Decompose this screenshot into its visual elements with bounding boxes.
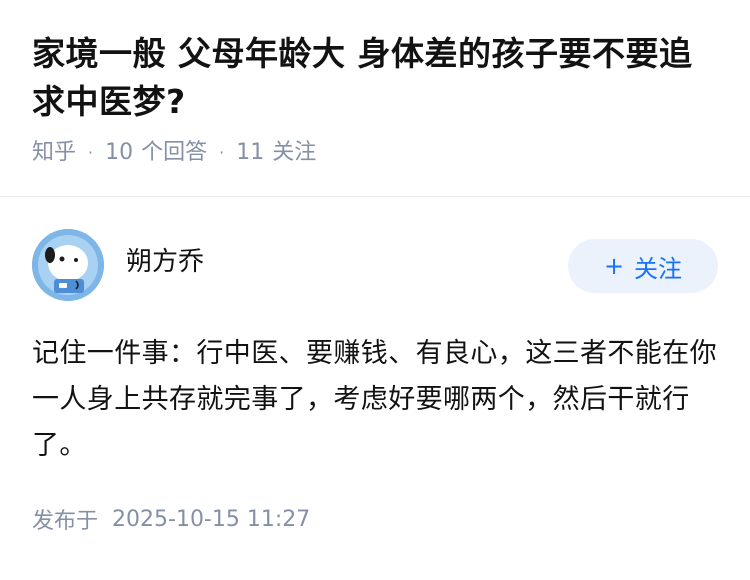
robot-dog-avatar-icon[interactable] (32, 229, 104, 301)
author-name[interactable]: 朔方乔 (126, 241, 204, 278)
published-date: 2025-10-15 11:27 (112, 506, 311, 532)
answer-content: 记住一件事：行中医、要赚钱、有良心，这三者不能在你一人身上共存就完事了，考虑好要… (32, 338, 717, 461)
plus-icon: + (603, 252, 625, 280)
question-header: 家境一般 父母年龄大 身体差的孩子要不要追求中医梦? 知乎 · 10 个回答 ·… (0, 0, 750, 168)
author-row: 朔方乔 + 关注 (32, 229, 718, 301)
published-info: 发布于 2025-10-15 11:27 (32, 503, 718, 535)
section-divider (0, 196, 750, 197)
published-label: 发布于 (32, 509, 99, 534)
followers-label: 关注 (272, 140, 317, 165)
meta-separator: · (219, 143, 225, 162)
followers-count: 11 (236, 140, 265, 165)
answers-count: 10 (105, 140, 134, 165)
question-meta: 知乎 · 10 个回答 · 11 关注 (32, 138, 718, 168)
source-label[interactable]: 知乎 (32, 138, 76, 168)
answers-label[interactable]: 个回答 (141, 138, 207, 168)
meta-separator: · (88, 143, 94, 162)
answer-card: 朔方乔 + 关注 记住一件事：行中医、要赚钱、有良心，这三者不能在你一人身上共存… (0, 229, 750, 535)
follow-button[interactable]: + 关注 (568, 239, 718, 293)
question-title[interactable]: 家境一般 父母年龄大 身体差的孩子要不要追求中医梦? (32, 30, 718, 126)
follow-label: 关注 (634, 254, 683, 283)
